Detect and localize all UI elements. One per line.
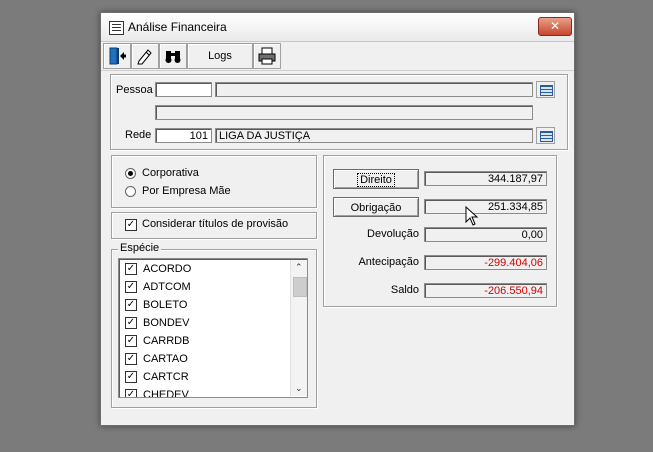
rede-lookup-button[interactable]: [536, 127, 555, 144]
saldo-value: -206.550,94: [424, 283, 547, 298]
corporativa-label: Corporativa: [142, 167, 199, 179]
search-button[interactable]: [159, 43, 187, 69]
scrollbar-thumb[interactable]: [293, 277, 307, 297]
list-item[interactable]: ✓ CARTAO: [125, 350, 285, 368]
logs-button[interactable]: Logs: [187, 43, 253, 69]
list-item-label: BOLETO: [143, 299, 188, 311]
pessoa-name-field: [215, 82, 533, 97]
rede-label: Rede: [125, 129, 152, 141]
list-item[interactable]: ✓ CHEDEV: [125, 386, 285, 398]
list-item[interactable]: ✓ CARRDB: [125, 332, 285, 350]
print-button[interactable]: [253, 43, 281, 69]
pencil-icon: [137, 49, 152, 65]
especie-scrollbar[interactable]: ⌃ ⌄: [290, 260, 307, 396]
list-item-checkbox[interactable]: ✓: [125, 371, 137, 383]
app-icon: [109, 21, 124, 35]
provisao-label: Considerar títulos de provisão: [142, 218, 289, 230]
obrigacao-value: 251.334,85: [424, 199, 547, 214]
list-item-checkbox[interactable]: ✓: [125, 263, 137, 275]
list-item-label: CARRDB: [143, 335, 190, 347]
list-item[interactable]: ✓ ADTCOM: [125, 278, 285, 296]
empresa-mae-label: Por Empresa Mãe: [142, 185, 231, 197]
list-item-label: ADTCOM: [143, 281, 191, 293]
list-item-checkbox[interactable]: ✓: [125, 281, 137, 293]
corporativa-radio[interactable]: [125, 168, 136, 179]
mouse-cursor-icon: [465, 206, 479, 226]
scroll-down-icon[interactable]: ⌄: [295, 384, 303, 393]
provisao-checkbox[interactable]: ✓: [125, 219, 137, 231]
consolidation-options-panel: [111, 155, 317, 208]
exit-button[interactable]: [103, 43, 131, 69]
obrigacao-button[interactable]: Obrigação: [333, 197, 419, 217]
close-button[interactable]: ✕: [538, 17, 572, 36]
list-item-checkbox[interactable]: ✓: [125, 389, 137, 397]
list-item-label: CARTCR: [143, 371, 189, 383]
rede-code-input[interactable]: 101: [155, 128, 212, 143]
pessoa-lookup-button[interactable]: [536, 81, 555, 98]
especie-title: Espécie: [118, 242, 162, 254]
list-item-label: BONDEV: [143, 317, 190, 329]
pessoa-label: Pessoa: [116, 84, 153, 96]
saldo-label: Saldo: [390, 284, 419, 296]
list-item[interactable]: ✓ CARTCR: [125, 368, 285, 386]
scroll-up-icon[interactable]: ⌃: [295, 263, 303, 272]
list-item-checkbox[interactable]: ✓: [125, 353, 137, 365]
binoculars-icon: [165, 51, 181, 63]
especie-list[interactable]: ✓ ACORDO ✓ ADTCOM ✓ BOLETO ✓ BONDEV ✓ CARRDB …: [118, 258, 308, 398]
list-item-checkbox[interactable]: ✓: [125, 299, 137, 311]
list-item[interactable]: ✓ BONDEV: [125, 314, 285, 332]
list-item-checkbox[interactable]: ✓: [125, 335, 137, 347]
printer-icon: [258, 47, 276, 65]
toolbar: Logs: [101, 42, 574, 71]
direito-value: 344.187,97: [424, 171, 547, 186]
list-item-label: CHEDEV: [143, 389, 189, 398]
title-bar[interactable]: Análise Financeira ✕: [101, 13, 574, 42]
antecipacao-label: Antecipação: [358, 256, 419, 268]
list-item[interactable]: ✓ BOLETO: [125, 296, 285, 314]
empresa-mae-radio[interactable]: [125, 186, 136, 197]
direito-button[interactable]: Direito: [333, 169, 419, 189]
rede-name-field: LIGA DA JUSTIÇA: [215, 128, 533, 143]
list-item-checkbox[interactable]: ✓: [125, 317, 137, 329]
list-item-label: ACORDO: [143, 263, 192, 275]
list-item-label: CARTAO: [143, 353, 188, 365]
exit-door-icon: [109, 47, 126, 65]
direito-button-label: Direito: [357, 173, 395, 187]
devolucao-value: 0,00: [424, 227, 547, 242]
window-title: Análise Financeira: [128, 20, 227, 34]
antecipacao-value: -299.404,06: [424, 255, 547, 270]
edit-button[interactable]: [131, 43, 159, 69]
pessoa-code-input[interactable]: [155, 82, 212, 97]
pessoa-extra-field: [155, 105, 533, 120]
list-item[interactable]: ✓ ACORDO: [125, 260, 285, 278]
devolucao-label: Devolução: [367, 228, 419, 240]
